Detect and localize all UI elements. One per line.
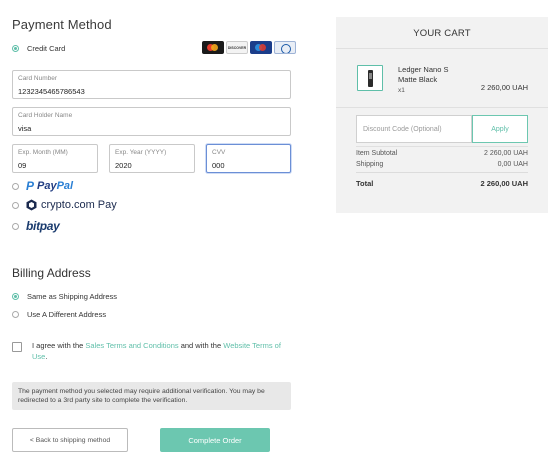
bitpay-option[interactable]: bitpay <box>12 219 60 233</box>
cart-panel: YOUR CART Ledger Nano S Matte Black x1 2… <box>336 17 548 213</box>
terms-text: I agree with the Sales Terms and Conditi… <box>32 340 297 362</box>
maestro-icon <box>250 41 272 54</box>
total-value: 2 260,00 UAH <box>480 179 528 188</box>
paypal-radio[interactable] <box>12 182 19 190</box>
back-to-shipping-button[interactable]: < Back to shipping method <box>12 428 128 452</box>
terms-middle: and with the <box>178 341 224 350</box>
credit-card-radio[interactable] <box>12 44 19 52</box>
diners-club-icon <box>274 41 296 54</box>
crypto-logo-icon <box>26 199 37 211</box>
paypal-label-part1: Pay <box>37 180 57 192</box>
billing-address-title: Billing Address <box>12 266 91 280</box>
total-row: Total 2 260,00 UAH <box>356 179 528 188</box>
divider <box>336 107 548 108</box>
crypto-label: crypto.com Pay <box>26 199 117 211</box>
divider <box>356 146 528 147</box>
shipping-label: Shipping <box>356 161 384 168</box>
subtotal-row: Item Subtotal 2 260,00 UAH <box>356 150 528 157</box>
card-number-value[interactable]: 1232345465786543 <box>18 87 85 96</box>
product-thumbnail <box>357 65 383 91</box>
cvv-field[interactable]: CVV 000 <box>206 144 291 173</box>
paypal-option[interactable]: P PayPal <box>12 179 73 193</box>
verification-notice: The payment method you selected may requ… <box>12 382 291 410</box>
terms-suffix: . <box>45 352 48 361</box>
card-holder-field[interactable]: Card Holder Name visa <box>12 107 291 136</box>
product-name-line1: Ledger Nano S <box>398 65 449 74</box>
subtotal-value: 2 260,00 UAH <box>484 150 528 157</box>
discover-icon: DISCOVER <box>226 41 248 54</box>
billing-same-radio[interactable] <box>12 293 19 300</box>
billing-different-radio[interactable] <box>12 311 19 318</box>
cvv-value[interactable]: 000 <box>212 161 225 170</box>
card-brands: DISCOVER <box>202 41 296 54</box>
crypto-pay: Pay <box>97 199 117 211</box>
exp-year-label: Exp. Year (YYYY) <box>115 149 167 156</box>
cvv-label: CVV <box>212 149 226 156</box>
paypal-logo-icon: P <box>26 179 35 193</box>
shipping-row: Shipping 0,00 UAH <box>356 161 528 168</box>
apply-discount-button[interactable]: Apply <box>472 115 528 143</box>
exp-month-value[interactable]: 09 <box>18 161 26 170</box>
shipping-value: 0,00 UAH <box>497 161 528 168</box>
billing-different-label: Use A Different Address <box>27 310 107 319</box>
card-number-label: Card Number <box>18 75 58 82</box>
divider <box>336 48 548 49</box>
divider <box>356 172 528 173</box>
exp-year-value[interactable]: 2020 <box>115 161 132 170</box>
billing-same-label: Same as Shipping Address <box>27 292 118 301</box>
product-quantity: x1 <box>398 87 405 94</box>
paypal-label: PayPal <box>37 180 73 192</box>
card-holder-value[interactable]: visa <box>18 124 31 133</box>
product-name: Ledger Nano S Matte Black <box>398 65 448 84</box>
card-number-field[interactable]: Card Number 1232345465786543 <box>12 70 291 99</box>
exp-year-field[interactable]: Exp. Year (YYYY) 2020 <box>109 144 195 173</box>
crypto-name: crypto.com <box>41 199 95 211</box>
discount-code-input[interactable]: Discount Code (Optional) <box>356 115 472 143</box>
sales-terms-link[interactable]: Sales Terms and Conditions <box>85 341 178 350</box>
billing-different-option[interactable]: Use A Different Address <box>12 310 106 319</box>
bitpay-label: bitpay <box>26 219 60 233</box>
ledger-device-icon <box>368 70 373 87</box>
card-holder-label: Card Holder Name <box>18 112 73 119</box>
credit-card-option[interactable]: Credit Card DISCOVER <box>12 41 296 54</box>
cart-title: YOUR CART <box>413 28 471 39</box>
product-price: 2 260,00 UAH <box>480 83 528 92</box>
terms-checkbox[interactable] <box>12 342 22 352</box>
billing-same-option[interactable]: Same as Shipping Address <box>12 292 117 301</box>
exp-month-field[interactable]: Exp. Month (MM) 09 <box>12 144 98 173</box>
bitpay-radio[interactable] <box>12 222 19 230</box>
crypto-radio[interactable] <box>12 201 19 209</box>
terms-agreement: I agree with the Sales Terms and Conditi… <box>12 340 297 362</box>
paypal-label-part2: Pal <box>56 180 74 192</box>
crypto-option[interactable]: crypto.com Pay <box>12 199 117 211</box>
total-label: Total <box>356 179 374 188</box>
complete-order-button[interactable]: Complete Order <box>160 428 270 452</box>
product-name-line2: Matte Black <box>398 74 438 84</box>
payment-method-title: Payment Method <box>12 17 112 32</box>
mastercard-icon <box>202 41 224 54</box>
terms-prefix: I agree with the <box>32 341 86 350</box>
exp-month-label: Exp. Month (MM) <box>18 149 68 156</box>
subtotal-label: Item Subtotal <box>356 150 398 157</box>
credit-card-label: Credit Card <box>27 43 66 53</box>
